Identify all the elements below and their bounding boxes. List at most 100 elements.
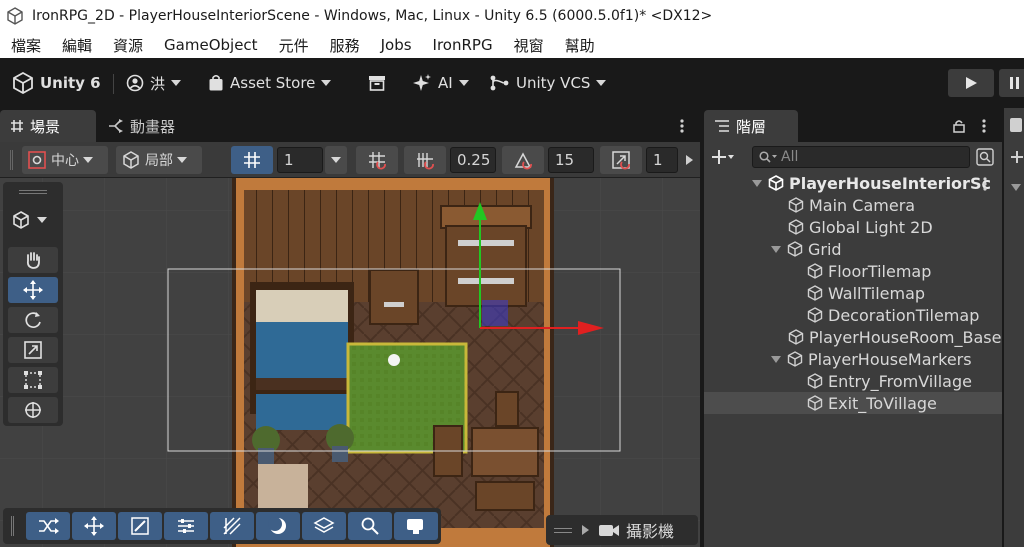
box-fill-button[interactable] [164, 512, 208, 540]
select-tool-button[interactable] [26, 512, 70, 540]
menu-ironrpg[interactable]: IronRPG [433, 36, 493, 54]
hierarchy-row-grid[interactable]: Grid [704, 238, 1002, 260]
hierarchy-row-wall-tilemap[interactable]: WallTilemap [704, 282, 1002, 304]
gameobject-icon [788, 219, 804, 235]
tab-hierarchy-label: 階層 [736, 117, 767, 136]
pause-button[interactable] [999, 69, 1024, 97]
drag-handle[interactable] [11, 516, 14, 536]
hierarchy-header: All [704, 142, 1002, 172]
brush-icon [131, 517, 149, 535]
picker-tool-button[interactable] [210, 512, 254, 540]
add-icon[interactable] [712, 149, 734, 165]
play-button[interactable] [948, 69, 994, 97]
hierarchy-search-field[interactable]: All [752, 146, 970, 168]
snap-grid-button[interactable] [356, 146, 398, 174]
package-button[interactable] [368, 72, 386, 94]
rotate-tool-button[interactable] [8, 307, 58, 333]
chevron-right-icon [582, 525, 589, 535]
inspector-tab-icon[interactable] [1010, 118, 1022, 132]
snap-scale-button[interactable] [600, 146, 642, 174]
gameobject-icon [807, 285, 823, 301]
grid-size-value: 1 [284, 151, 294, 169]
scene-canvas[interactable] [0, 178, 700, 547]
hierarchy-row-room-base[interactable]: PlayerHouseRoom_Base [704, 326, 1002, 348]
menu-services[interactable]: 服務 [330, 35, 360, 56]
hierarchy-row-markers[interactable]: PlayerHouseMarkers [704, 348, 1002, 370]
menu-edit[interactable]: 編輯 [62, 35, 92, 56]
asset-store-dropdown[interactable]: Asset Store [208, 72, 332, 94]
search-icon [361, 517, 379, 535]
search-tool-button[interactable] [348, 512, 392, 540]
tab-hierarchy[interactable]: 階層 [704, 110, 798, 142]
hierarchy-item-label: WallTilemap [828, 283, 926, 303]
tab-animator[interactable]: 動畫器 [98, 110, 185, 142]
hierarchy-row-exit-to-village[interactable]: Exit_ToVillage [704, 392, 1002, 414]
hierarchy-row-decoration-tilemap[interactable]: DecorationTilemap [704, 304, 1002, 326]
scale-tool-button[interactable] [8, 337, 58, 363]
camera-overlay[interactable]: 攝影機 [546, 515, 698, 545]
hierarchy-row-floor-tilemap[interactable]: FloorTilemap [704, 260, 1002, 282]
eraser-tool-button[interactable] [256, 512, 300, 540]
snap-scale-field[interactable]: 1 [646, 147, 678, 173]
grid-options-dropdown[interactable] [325, 146, 347, 174]
menu-jobs[interactable]: Jobs [381, 36, 412, 54]
tab-scene-label: 場景 [30, 117, 61, 136]
move-tool-button[interactable] [8, 277, 58, 303]
scene-more-options-icon[interactable] [981, 176, 989, 192]
snap-move-button[interactable] [404, 146, 446, 174]
unity-version-button[interactable]: Unity 6 [12, 72, 101, 94]
expand-arrow-icon[interactable] [771, 355, 781, 363]
hierarchy-row-scene[interactable]: PlayerHouseInteriorSc [704, 172, 1002, 194]
grid-size-field[interactable]: 1 [277, 147, 323, 173]
expand-arrow-icon[interactable] [752, 179, 762, 187]
tab-scene[interactable]: 場景 [0, 110, 96, 142]
player-house-room[interactable] [232, 178, 554, 547]
gameobject-icon [807, 373, 823, 389]
bed-lower [256, 394, 348, 430]
transform-tool-button[interactable] [8, 397, 58, 423]
menu-assets[interactable]: 資源 [113, 35, 143, 56]
drag-handle[interactable] [554, 527, 572, 533]
more-options-icon[interactable] [980, 118, 988, 134]
drag-handle[interactable] [10, 150, 13, 170]
account-dropdown[interactable]: 洪 [126, 72, 182, 94]
scene-visibility-icon[interactable] [976, 148, 994, 166]
hand-tool-button[interactable] [8, 247, 58, 273]
menu-file[interactable]: 檔案 [11, 35, 41, 56]
palette-drag-handle[interactable] [19, 190, 47, 194]
menu-window[interactable]: 視窗 [514, 35, 544, 56]
menu-component[interactable]: 元件 [279, 35, 309, 56]
snap-rotate-button[interactable] [502, 146, 544, 174]
expand-arrow-icon[interactable] [771, 245, 781, 253]
inspector-panel-edge [1004, 108, 1024, 547]
fill-tool-button[interactable] [302, 512, 346, 540]
snap-rotate-field[interactable]: 15 [548, 147, 594, 173]
hierarchy-row-main-camera[interactable]: Main Camera [704, 194, 1002, 216]
pivot-mode-dropdown[interactable]: 中心 [22, 146, 108, 174]
menu-help[interactable]: 幫助 [565, 35, 595, 56]
snap-move-field[interactable]: 0.25 [450, 147, 496, 173]
add-icon[interactable] [1010, 150, 1024, 164]
paint-tool-button[interactable] [118, 512, 162, 540]
grid-toggle-button[interactable] [231, 146, 273, 174]
rect-transform-icon [24, 371, 42, 389]
more-options-icon[interactable] [678, 118, 686, 134]
ai-dropdown[interactable]: AI [412, 72, 469, 94]
hierarchy-row-entry-from-village[interactable]: Entry_FromVillage [704, 370, 1002, 392]
rect-tool-button[interactable] [8, 367, 58, 393]
menu-gameobject[interactable]: GameObject [164, 36, 258, 54]
package-icon [369, 76, 385, 91]
move-selection-button[interactable] [72, 512, 116, 540]
hierarchy-row-global-light[interactable]: Global Light 2D [704, 216, 1002, 238]
chevron-right-icon[interactable] [684, 154, 694, 166]
lock-icon[interactable] [952, 119, 966, 133]
tool-mode-dropdown[interactable] [11, 210, 47, 230]
expand-arrow-icon[interactable] [1010, 183, 1022, 193]
rotate-icon [25, 312, 41, 328]
camera-tool-button[interactable] [394, 512, 438, 540]
gizmo-xy-plane[interactable] [482, 300, 508, 326]
scene-viewport[interactable] [0, 178, 700, 547]
space-mode-dropdown[interactable]: 局部 [116, 146, 202, 174]
layers-icon [313, 517, 335, 533]
unity-vcs-dropdown[interactable]: Unity VCS [490, 72, 607, 94]
